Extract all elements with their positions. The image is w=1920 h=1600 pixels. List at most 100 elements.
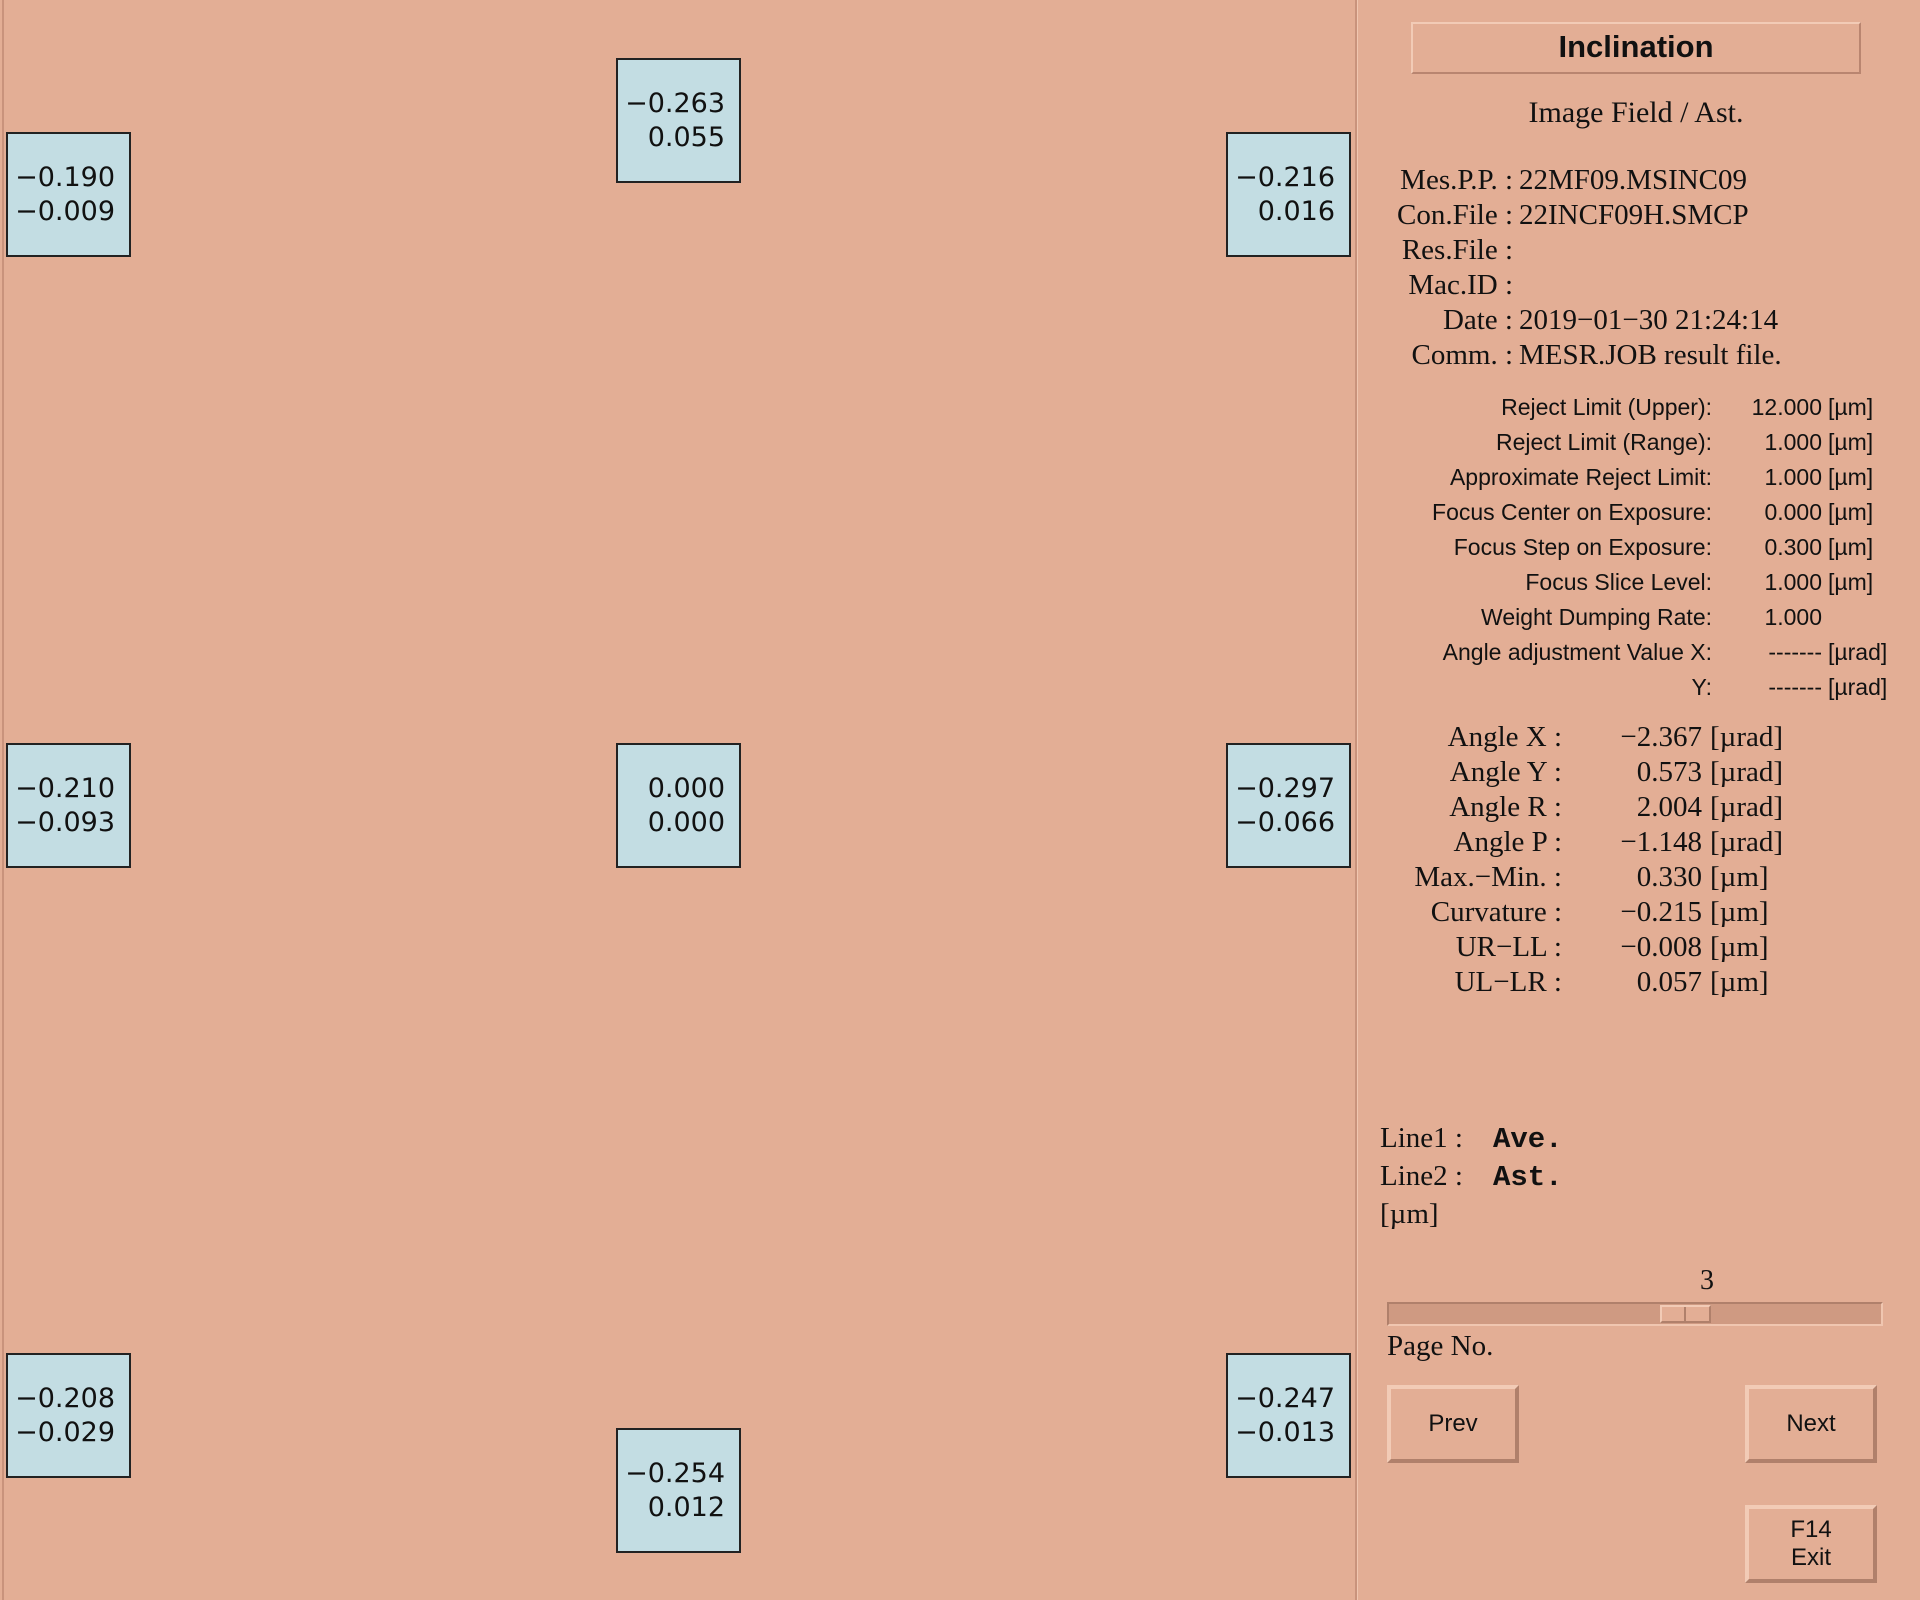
next-button[interactable]: Next	[1745, 1385, 1877, 1463]
file-info: Mes.P.P. :22MF09.MSINC09 Con.File :22INCF…	[1370, 163, 1782, 373]
info-value	[1513, 233, 1519, 268]
params-unit: [µm]	[1828, 394, 1874, 420]
params-label: Reject Limit (Upper):	[1501, 394, 1712, 420]
field-value-line1: −0.208	[15, 1382, 115, 1414]
line1-label: Line1 :	[1380, 1122, 1463, 1154]
page-number: 3	[1700, 1265, 1714, 1296]
angles-value: −0.008	[1620, 931, 1702, 963]
panel-title: Inclination	[1411, 22, 1861, 74]
info-row: Con.File :22INCF09H.SMCP	[1370, 198, 1782, 233]
prev-label: Prev	[1428, 1410, 1478, 1437]
params-unit	[1822, 600, 1828, 635]
info-label: Date :	[1442, 304, 1513, 336]
angles-row: Angle X : −2.367 [µrad]	[1380, 720, 1783, 755]
page-slider-thumb[interactable]	[1659, 1305, 1711, 1323]
field-value-box-middle-left: −0.210 −0.093	[6, 743, 131, 868]
field-value-line1: −0.297	[1235, 772, 1335, 804]
info-label: Mac.ID :	[1408, 269, 1513, 301]
angles-label: Angle X :	[1447, 721, 1562, 753]
params-unit: [µm]	[1828, 464, 1874, 490]
field-value-box-bottom-left: −0.208 −0.029	[6, 1353, 131, 1478]
angles-label: UR−LL :	[1455, 931, 1562, 963]
params-label: Y:	[1691, 674, 1712, 700]
left-edge	[2, 0, 4, 1600]
angles-row: UR−LL : −0.008 [µm]	[1380, 930, 1783, 965]
angles-unit: [µrad]	[1710, 791, 1784, 823]
field-value-line2: −0.093	[15, 806, 115, 838]
angles-value: 0.330	[1636, 861, 1702, 893]
params-value: 1.000	[1764, 429, 1822, 455]
info-row: Date :2019−01−30 21:24:14	[1370, 303, 1782, 338]
angles-value: −0.215	[1620, 896, 1702, 928]
field-value-box-center: 0.000 0.000	[616, 743, 741, 868]
field-value-line1: −0.263	[625, 87, 725, 119]
angles-label: Max.−Min. :	[1414, 861, 1562, 893]
params-unit: [µm]	[1828, 569, 1874, 595]
line-legend: Line1 : Ave. Line2 : Ast. [µm]	[1380, 1120, 1563, 1232]
angles-label: Angle P :	[1453, 826, 1562, 858]
params-row: Y: ------- [µrad]	[1370, 670, 1888, 705]
angles-unit: [µrad]	[1710, 756, 1784, 788]
params-value: -------	[1768, 674, 1822, 700]
params-row: Focus Center on Exposure: 0.000 [µm]	[1370, 495, 1887, 530]
results-list: Angle X : −2.367 [µrad] Angle Y :0.573 [µrad…	[1380, 720, 1783, 1000]
info-value: MESR.JOB result file.	[1519, 339, 1782, 371]
angles-label: Curvature :	[1430, 896, 1562, 928]
params-row: Weight Dumping Rate: 1.000	[1370, 600, 1887, 635]
params-unit: [µrad]	[1828, 674, 1888, 700]
field-value-line1: −0.210	[15, 772, 115, 804]
line2-label: Line2 :	[1380, 1160, 1463, 1192]
exit-key-label: F14	[1790, 1516, 1832, 1543]
page-slider[interactable]	[1387, 1302, 1883, 1326]
params-row: Angle adjustment Value X: ------- [µrad]	[1370, 635, 1888, 670]
params-label: Focus Step on Exposure:	[1453, 534, 1712, 560]
panel-subtitle: Image Field / Ast.	[1528, 96, 1744, 129]
next-label: Next	[1786, 1410, 1836, 1437]
field-value-box-top-right: −0.216 0.016	[1226, 132, 1351, 257]
parameters-list: Reject Limit (Upper): 12.000 [µm] Reject Li…	[1370, 390, 1887, 705]
field-value-line2: 0.000	[647, 806, 725, 838]
field-value-box-top-left: −0.190 −0.009	[6, 132, 131, 257]
params-row: Approximate Reject Limit: 1.000 [µm]	[1370, 460, 1887, 495]
params-value: 1.000	[1764, 569, 1822, 595]
prev-button[interactable]: Prev	[1387, 1385, 1519, 1463]
params-label: Weight Dumping Rate:	[1481, 604, 1712, 630]
field-value-line1: −0.254	[625, 1457, 725, 1489]
field-value-line1: −0.190	[15, 161, 115, 193]
angles-row: Angle R : 2.004 [µrad]	[1380, 790, 1783, 825]
info-row: Comm. : MESR.JOB result file.	[1370, 338, 1782, 373]
angles-row: Angle P : −1.148 [µrad]	[1380, 825, 1784, 860]
info-value: 22MF09.MSINC09	[1519, 164, 1748, 196]
info-value: 2019−01−30 21:24:14	[1519, 304, 1779, 336]
angles-unit: [µm]	[1710, 966, 1769, 998]
field-value-line2: −0.029	[15, 1416, 115, 1448]
angles-label: UL−LR :	[1454, 966, 1562, 998]
line2-value: Ast.	[1492, 1161, 1563, 1194]
params-unit: [µm]	[1828, 534, 1874, 560]
exit-button[interactable]: F14 Exit	[1745, 1505, 1877, 1583]
params-unit: [µm]	[1828, 499, 1874, 525]
params-value: -------	[1768, 639, 1822, 665]
field-value-line2: 0.012	[647, 1491, 725, 1523]
params-unit: [µm]	[1828, 429, 1874, 455]
panel-divider	[1355, 0, 1358, 1600]
angles-value: −2.367	[1620, 721, 1702, 753]
field-value-line2: −0.013	[1235, 1416, 1335, 1448]
angles-unit: [µm]	[1710, 861, 1769, 893]
info-row: Mes.P.P. :22MF09.MSINC09	[1370, 163, 1782, 198]
params-row: Reject Limit (Upper): 12.000 [µm]	[1370, 390, 1887, 425]
field-value-box-bottom-center: −0.254 0.012	[616, 1428, 741, 1553]
angles-value: 0.573	[1636, 756, 1702, 788]
angles-unit: [µrad]	[1710, 721, 1784, 753]
params-label: Reject Limit (Range):	[1495, 429, 1712, 455]
info-label: Con.File :	[1396, 199, 1513, 231]
angles-label: Angle Y :	[1449, 756, 1562, 788]
info-row: Res.File :	[1370, 233, 1782, 268]
info-label: Mes.P.P. :	[1400, 164, 1513, 196]
info-label: Comm. :	[1411, 339, 1513, 371]
unit-label: [µm]	[1380, 1198, 1439, 1230]
params-label: Focus Center on Exposure:	[1432, 499, 1712, 525]
params-value: 1.000	[1764, 464, 1822, 490]
info-value	[1513, 268, 1519, 303]
field-value-line2: 0.055	[647, 121, 725, 153]
